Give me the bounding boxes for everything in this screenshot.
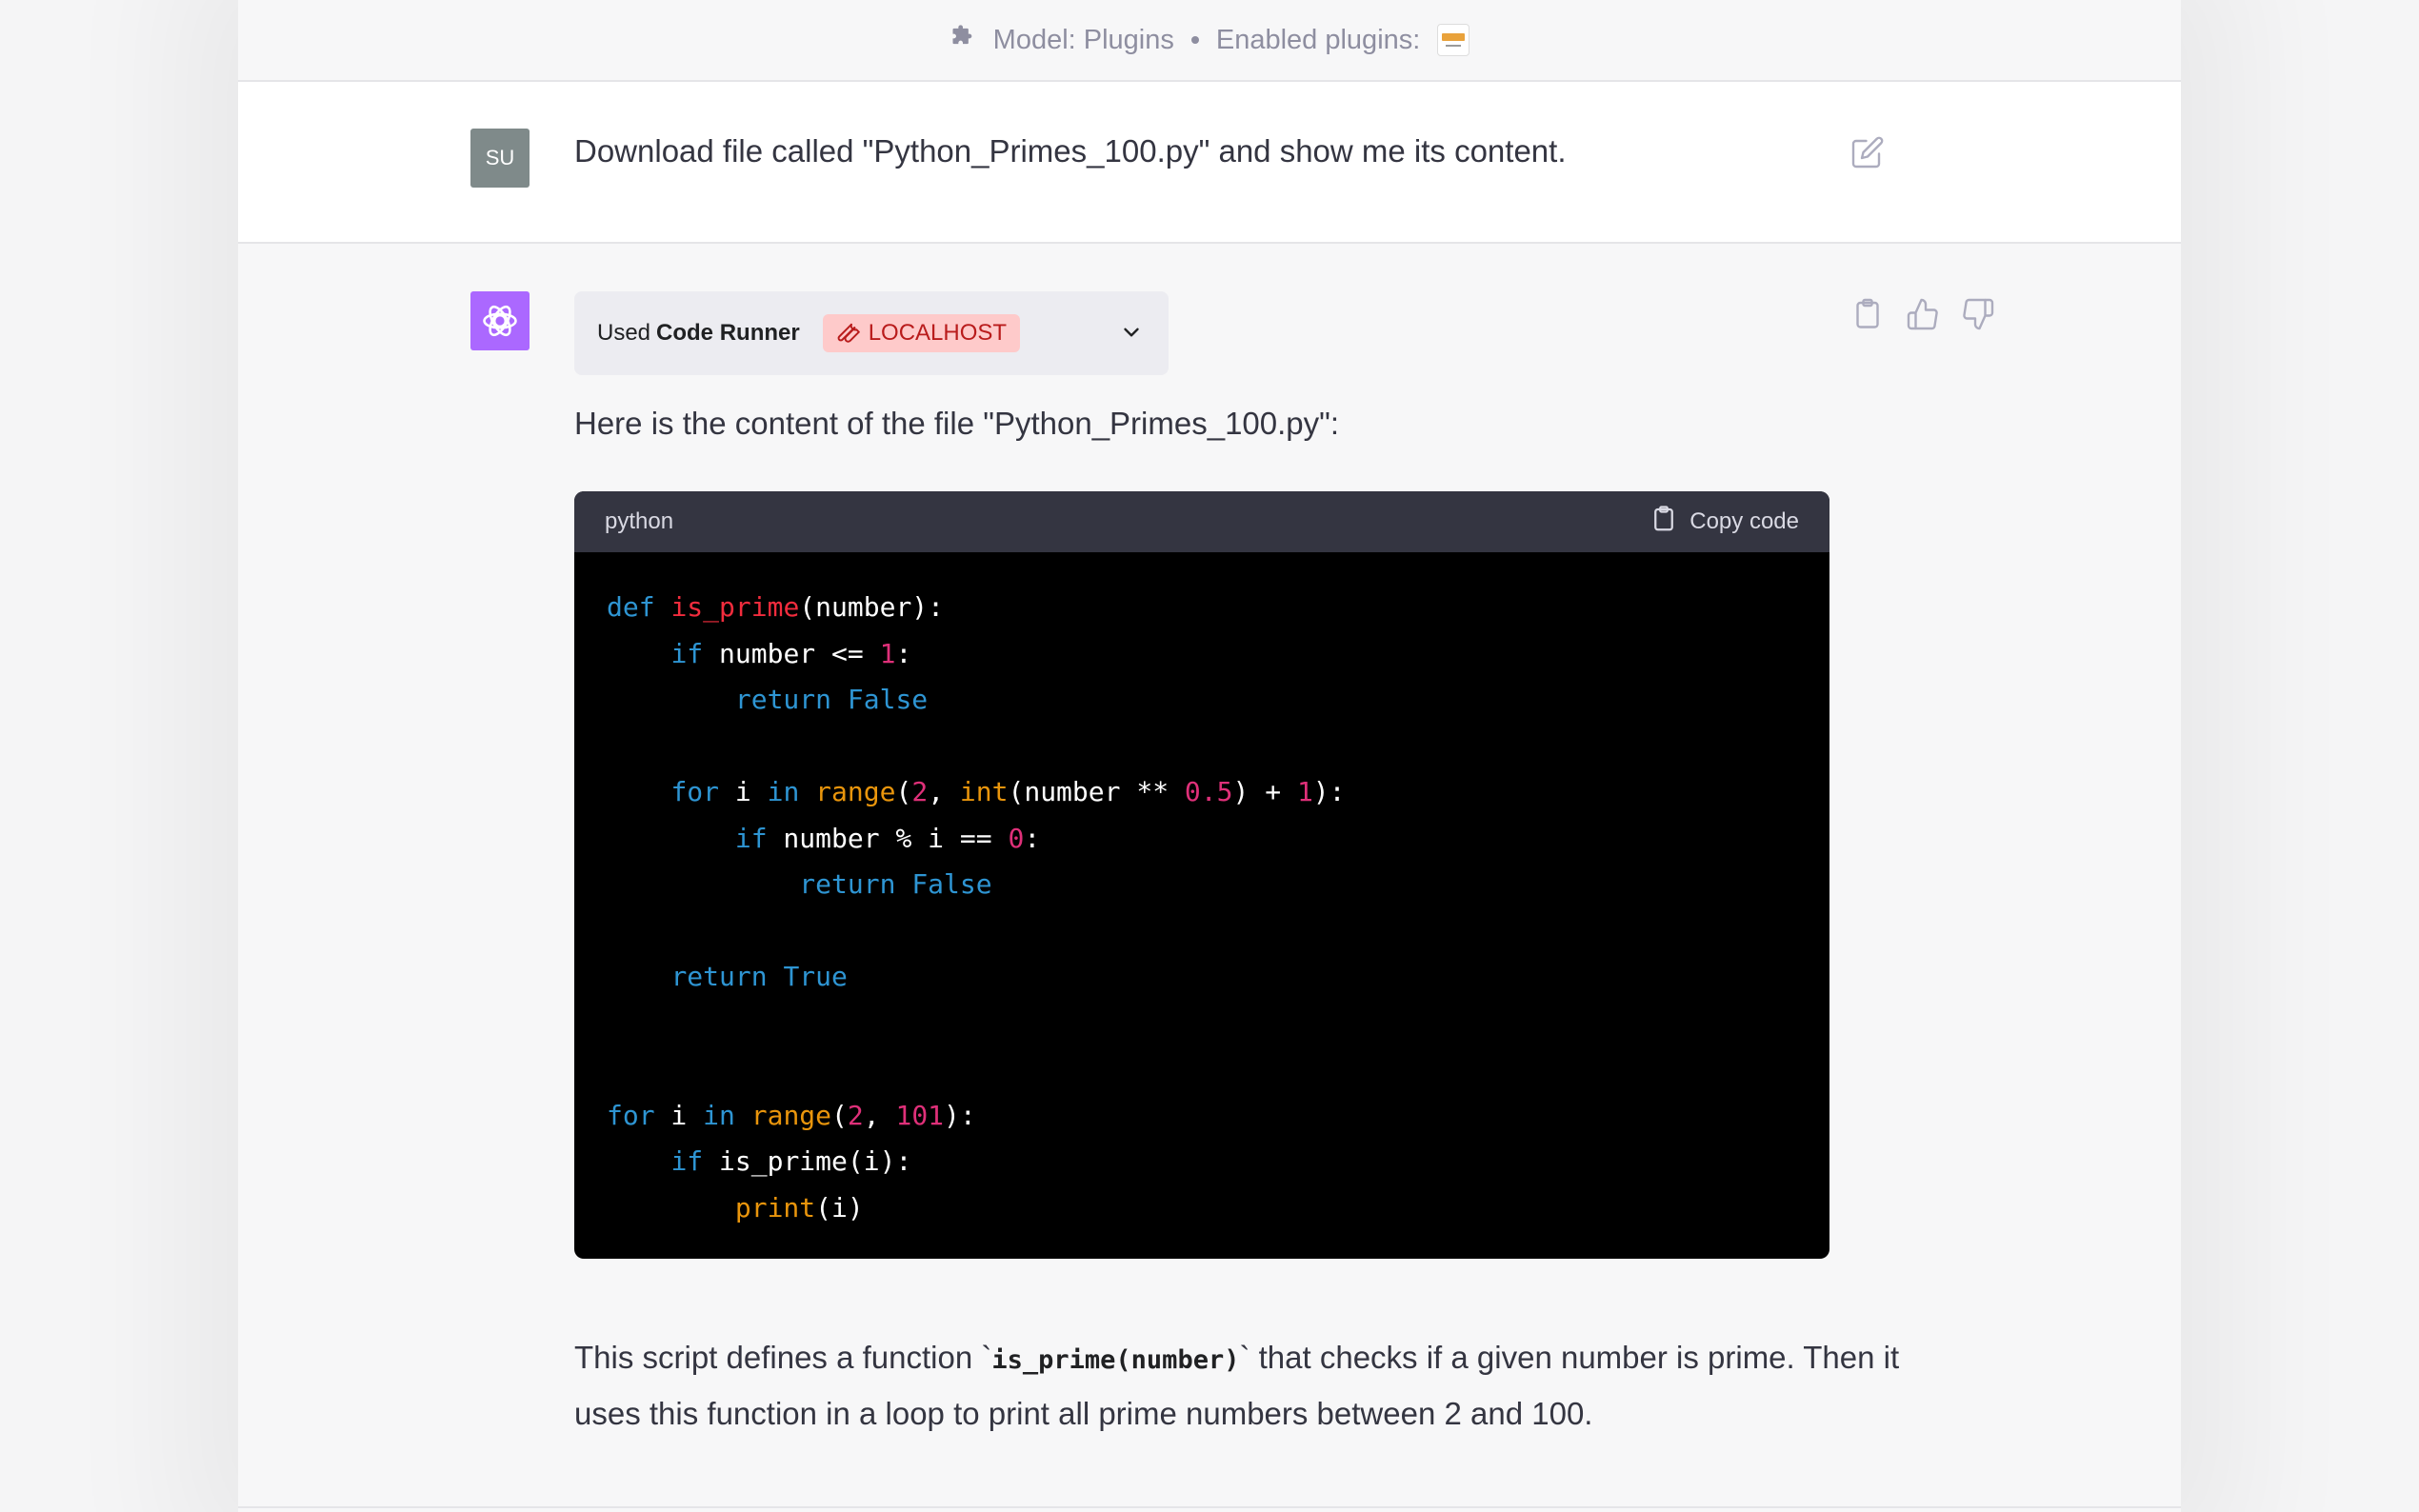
code-line: return True (670, 961, 848, 992)
code-language-label: python (605, 508, 674, 534)
assistant-message-row: Used Code Runner LOCALHOST Here is the c… (238, 244, 2181, 1510)
user-message-text: Download file called "Python_Primes_100.… (574, 133, 1567, 169)
thumbs-up-icon[interactable] (1906, 297, 1940, 331)
divider (238, 1506, 2181, 1508)
puzzle-icon (950, 23, 976, 57)
user-avatar: SU (470, 129, 530, 188)
code-header: python Copy code (574, 491, 1829, 552)
plugin-badge-label: LOCALHOST (868, 320, 1008, 346)
openai-logo-icon (470, 291, 530, 350)
enabled-plugins-label: Enabled plugins: (1215, 24, 1421, 55)
code-line: for i in range(2, int(number ** 0.5) + 1… (670, 776, 1346, 807)
plugin-usage-toggle[interactable]: Used Code Runner LOCALHOST (574, 291, 1169, 375)
clipboard-icon[interactable] (1850, 297, 1885, 331)
plugin-thumbnail-icon[interactable] (1437, 24, 1470, 56)
message-actions (1850, 297, 1995, 331)
code-line: for i in range(2, 101): (607, 1099, 976, 1131)
chat-page: Model: Plugins Enabled plugins: SU Downl… (238, 0, 2181, 1512)
code-line: if is_prime(i): (670, 1145, 912, 1177)
code-content: def is_prime(number): if number <= 1: re… (574, 552, 1829, 1259)
thumbs-down-icon[interactable] (1961, 297, 1995, 331)
code-line: return False (799, 868, 992, 900)
clipboard-icon (1649, 505, 1678, 540)
code-line: if number <= 1: (670, 637, 912, 669)
user-message-row: SU Download file called "Python_Primes_1… (238, 82, 2181, 244)
copy-code-label: Copy code (1689, 508, 1799, 534)
plugin-used-prefix: Used (597, 320, 651, 346)
code-line: print(i) (734, 1191, 864, 1224)
code-line: return False (734, 684, 929, 715)
plugin-badge: LOCALHOST (822, 314, 1021, 352)
code-line: if number % i == 0: (734, 822, 1041, 854)
inline-code: is_prime(number) (991, 1345, 1240, 1375)
edit-icon[interactable] (1850, 135, 1885, 169)
model-label: Model: Plugins (992, 24, 1174, 55)
chevron-down-icon[interactable] (1119, 320, 1144, 351)
assistant-outro-text: This script defines a function `is_prime… (574, 1331, 1908, 1441)
separator-dot (1190, 36, 1199, 44)
outro-before-code: This script defines a function ` (574, 1340, 992, 1375)
model-bar: Model: Plugins Enabled plugins: (238, 0, 2181, 82)
plugin-name: Code Runner (656, 320, 800, 346)
assistant-intro-text: Here is the content of the file "Python_… (574, 406, 1340, 441)
code-block: python Copy code def is_prime(number): i… (574, 491, 1829, 1259)
code-line: def is_prime(number): (607, 591, 945, 623)
wrench-icon (836, 318, 861, 349)
copy-code-button[interactable]: Copy code (1649, 505, 1799, 540)
